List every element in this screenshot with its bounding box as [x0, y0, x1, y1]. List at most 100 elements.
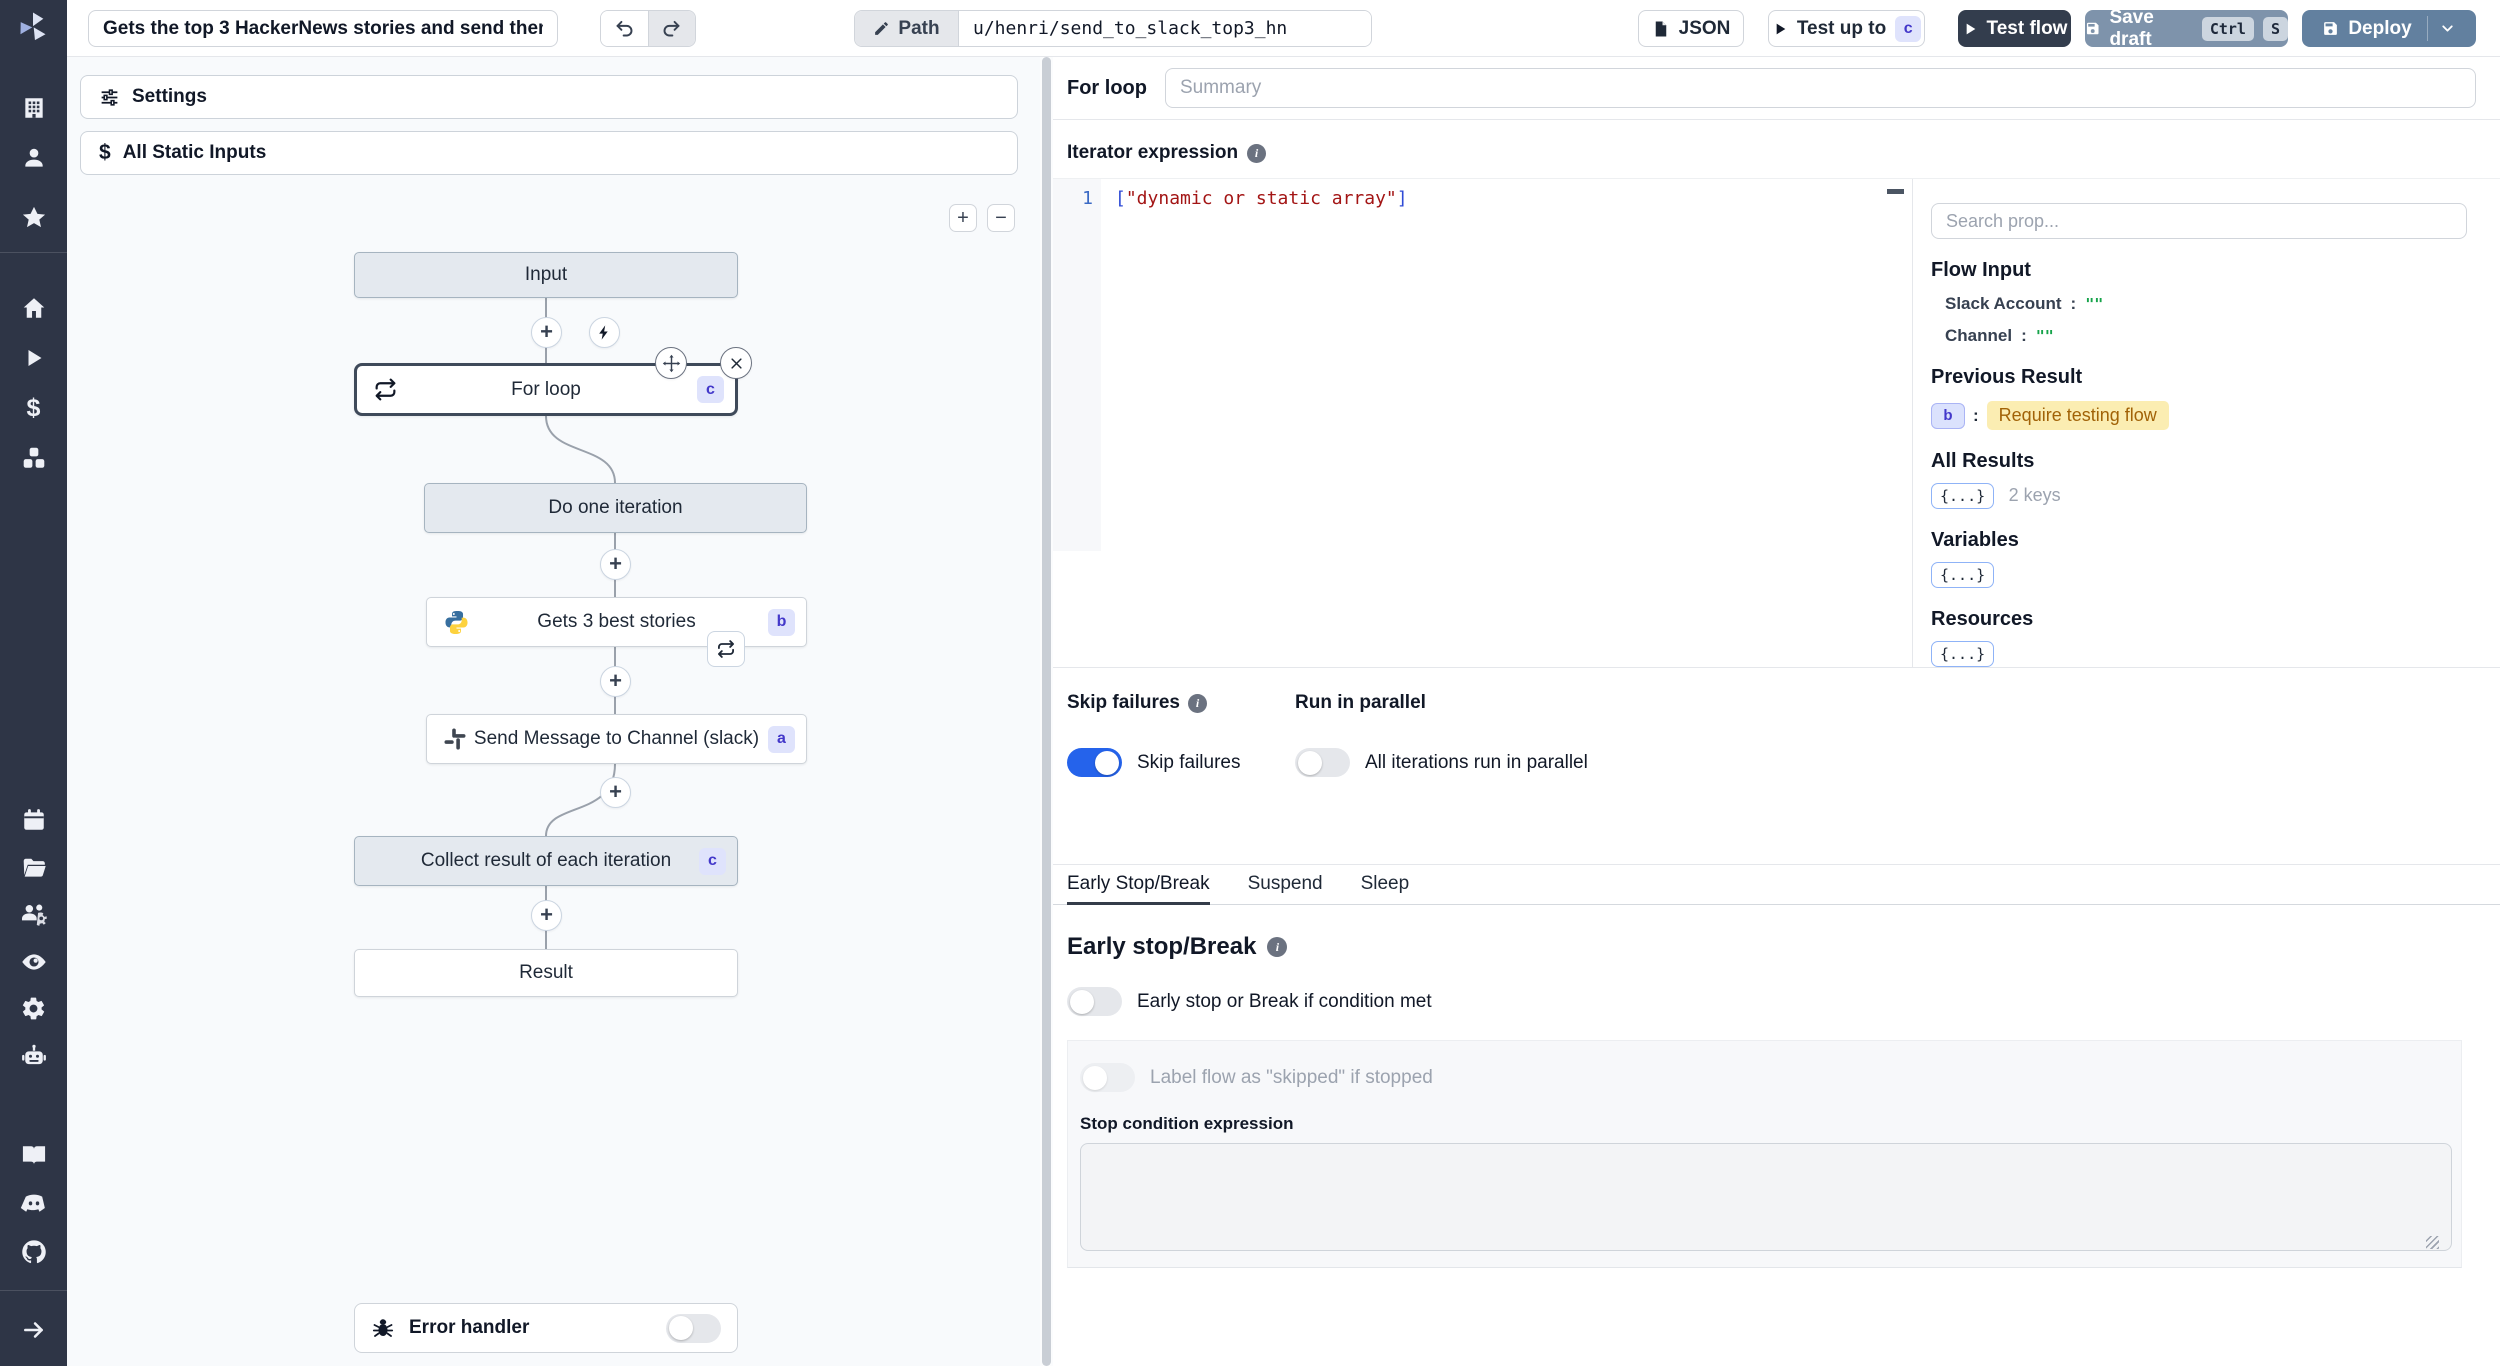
- skip-failures-title: Skip failures i: [1067, 692, 1295, 714]
- early-stop-toggle[interactable]: [1067, 987, 1122, 1016]
- star-icon[interactable]: [0, 198, 67, 238]
- undo-redo-group: [600, 10, 696, 47]
- info-icon[interactable]: i: [1247, 143, 1267, 163]
- book-icon[interactable]: [0, 1135, 67, 1175]
- editor-row: 1 ["dynamic or static array"] Flow Input…: [1053, 178, 2500, 668]
- add-step-button[interactable]: +: [531, 900, 562, 931]
- info-icon[interactable]: i: [1188, 693, 1207, 713]
- prop-row-channel[interactable]: Channel: "": [1945, 326, 2472, 346]
- zoom-out-button[interactable]: −: [987, 204, 1015, 232]
- play-icon[interactable]: [0, 338, 67, 378]
- node-collect-result[interactable]: Collect result of each iteration c: [354, 836, 738, 886]
- save-icon: [2086, 22, 2099, 35]
- building-icon[interactable]: [0, 88, 67, 128]
- summary-input[interactable]: [1164, 68, 2476, 108]
- user-icon[interactable]: [0, 138, 67, 178]
- github-icon[interactable]: [0, 1232, 67, 1272]
- trigger-bolt-button[interactable]: [589, 317, 620, 348]
- sliders-icon: [101, 88, 118, 106]
- node-send-message-slack[interactable]: Send Message to Channel (slack) a: [426, 714, 807, 764]
- error-handler-bar[interactable]: Error handler: [354, 1303, 738, 1353]
- robot-icon[interactable]: [0, 1036, 67, 1076]
- calendar-icon[interactable]: [0, 800, 67, 840]
- folder-icon[interactable]: [0, 848, 67, 888]
- label-skipped-toggle[interactable]: [1080, 1063, 1135, 1092]
- move-node-button[interactable]: [655, 347, 687, 379]
- flow-settings-bar[interactable]: Settings: [80, 75, 1018, 119]
- node-result[interactable]: Result: [354, 949, 738, 997]
- python-icon: [445, 610, 468, 634]
- json-button[interactable]: JSON: [1638, 10, 1744, 47]
- path-group: Path: [854, 10, 1372, 47]
- cubes-icon[interactable]: [0, 438, 67, 478]
- advanced-tabs: Early Stop/Break Suspend Sleep: [1053, 864, 2500, 905]
- node-do-one-iteration[interactable]: Do one iteration: [424, 483, 807, 533]
- tab-sleep[interactable]: Sleep: [1361, 865, 1410, 905]
- variables-title: Variables: [1931, 529, 2019, 551]
- all-results-object-chip[interactable]: {...}: [1931, 483, 1995, 509]
- search-prop-input[interactable]: [1931, 203, 2467, 239]
- line-number: 1: [1082, 188, 1093, 209]
- add-step-button[interactable]: +: [531, 317, 562, 348]
- panel-splitter: [1040, 57, 1053, 1366]
- all-results-title: All Results: [1931, 450, 2035, 472]
- delete-node-button[interactable]: [720, 347, 752, 379]
- file-icon: [1655, 21, 1666, 36]
- flow-title-input[interactable]: [88, 10, 558, 47]
- add-step-button[interactable]: +: [600, 549, 631, 580]
- windmill-logo[interactable]: [14, 8, 52, 46]
- undo-button[interactable]: [601, 11, 648, 46]
- save-draft-button[interactable]: Save draft Ctrl S: [2085, 7, 2288, 50]
- test-flow-button[interactable]: Test flow: [1958, 10, 2071, 47]
- splitter-handle[interactable]: [1042, 57, 1051, 1366]
- path-input[interactable]: [959, 11, 1371, 46]
- kbd-s: S: [2262, 16, 2288, 41]
- run-in-parallel-toggle[interactable]: [1295, 748, 1350, 777]
- step-id-badge: c: [699, 847, 726, 875]
- play-icon: [1966, 23, 1975, 34]
- stop-condition-textarea[interactable]: [1080, 1143, 2452, 1251]
- deploy-button[interactable]: Deploy: [2302, 10, 2476, 47]
- add-step-button[interactable]: +: [600, 666, 631, 697]
- user-group-gear-icon[interactable]: [0, 894, 67, 934]
- close-icon: [730, 357, 742, 369]
- iterator-code-editor[interactable]: 1 ["dynamic or static array"]: [1053, 179, 1912, 667]
- gear-icon[interactable]: [0, 988, 67, 1028]
- zoom-in-button[interactable]: +: [949, 204, 977, 232]
- minimap: [1887, 189, 1904, 194]
- props-explorer: Flow Input Slack Account:"" Channel:"" P…: [1912, 179, 2500, 667]
- add-step-button[interactable]: +: [600, 777, 631, 808]
- resources-object-chip[interactable]: {...}: [1931, 641, 1995, 667]
- all-static-inputs-bar[interactable]: $ All Static Inputs: [80, 131, 1018, 175]
- edit-path-button[interactable]: Path: [855, 11, 959, 46]
- error-handler-toggle[interactable]: [666, 1313, 721, 1343]
- variables-object-chip[interactable]: {...}: [1931, 562, 1995, 588]
- resources-title: Resources: [1931, 608, 2034, 630]
- info-icon[interactable]: i: [1267, 937, 1288, 957]
- tab-suspend[interactable]: Suspend: [1248, 865, 1323, 905]
- home-icon[interactable]: [0, 288, 67, 328]
- tab-early-stop-break[interactable]: Early Stop/Break: [1067, 865, 1210, 905]
- stop-condition-panel: Label flow as "skipped" if stopped Stop …: [1067, 1040, 2462, 1268]
- loop-icon: [375, 378, 396, 401]
- code-line[interactable]: ["dynamic or static array"]: [1115, 188, 1408, 209]
- retry-loop-button[interactable]: [707, 631, 745, 667]
- discord-icon[interactable]: [0, 1183, 67, 1223]
- flow-graph-panel: Settings $ All Static Inputs + − Input +: [67, 57, 1040, 1366]
- eye-icon[interactable]: [0, 942, 67, 982]
- topbar: Path JSON Test up to c Test flow Save dr…: [67, 0, 2500, 57]
- dollar-icon[interactable]: $: [0, 388, 67, 428]
- stop-condition-label: Stop condition expression: [1080, 1114, 1294, 1133]
- pencil-icon: [875, 22, 889, 35]
- collapse-sidebar-arrow-icon[interactable]: [0, 1310, 67, 1350]
- summary-row: For loop: [1053, 57, 2500, 120]
- chevron-down-icon[interactable]: [2439, 20, 2456, 37]
- node-gets-3-best-stories[interactable]: Gets 3 best stories b: [426, 597, 807, 647]
- node-input[interactable]: Input: [354, 252, 738, 298]
- test-up-to-button[interactable]: Test up to c: [1768, 10, 1925, 47]
- step-id-badge[interactable]: b: [1931, 402, 1965, 429]
- prop-row-slack-account[interactable]: Slack Account: "": [1945, 294, 2472, 314]
- all-results-keys-count: 2 keys: [2008, 485, 2061, 505]
- redo-button[interactable]: [647, 11, 695, 46]
- skip-failures-toggle[interactable]: [1067, 748, 1122, 777]
